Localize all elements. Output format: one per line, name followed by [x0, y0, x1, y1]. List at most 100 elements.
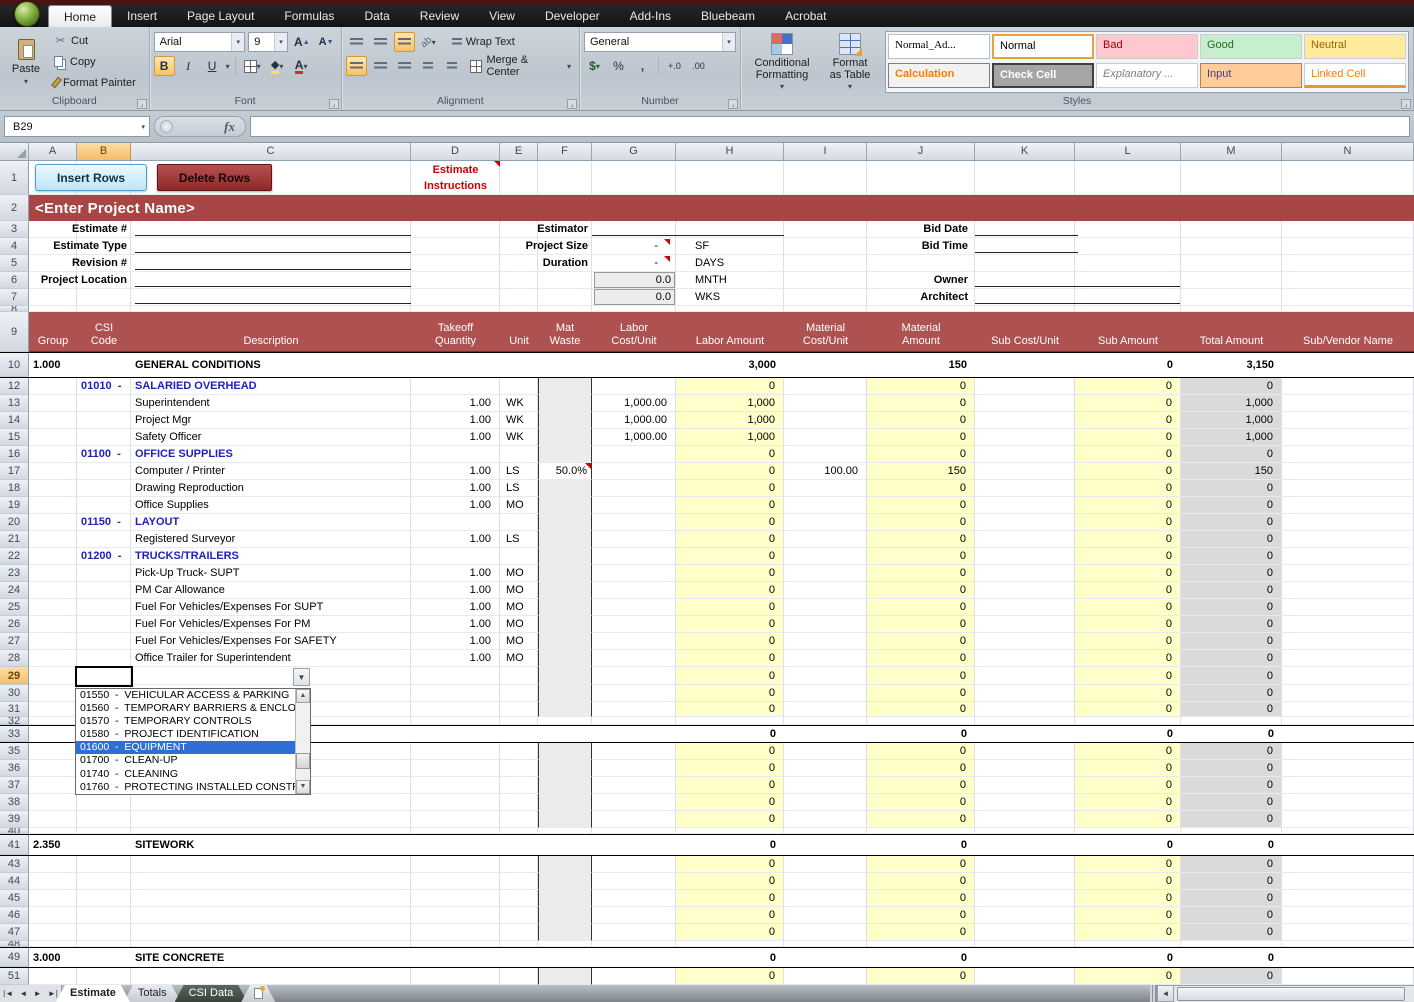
cell-C12[interactable]: SALARIED OVERHEAD [131, 378, 411, 395]
cell-B38[interactable] [77, 794, 131, 811]
cell-H51[interactable]: 0 [676, 968, 784, 985]
cell-N24[interactable] [1282, 582, 1414, 599]
cell-K19[interactable] [975, 497, 1075, 514]
cell-C25[interactable]: Fuel For Vehicles/Expenses For SUPT [131, 599, 411, 616]
column-header-M[interactable]: M [1181, 143, 1282, 161]
cell-M1[interactable] [1181, 161, 1282, 195]
wrap-text-button[interactable]: Wrap Text [448, 32, 519, 53]
column-header-N[interactable]: N [1282, 143, 1414, 161]
cell-G36[interactable] [592, 760, 676, 777]
cell-E32[interactable] [500, 717, 538, 725]
cell-J33[interactable]: 0 [867, 726, 975, 742]
row-header-26[interactable]: 26 [0, 616, 29, 633]
borders-button[interactable]: ▾ [241, 56, 264, 76]
cell-H49[interactable]: 0 [676, 948, 784, 967]
cell-I45[interactable] [784, 890, 867, 907]
cell-E1[interactable] [500, 161, 538, 195]
cell-M30[interactable]: 0 [1181, 685, 1282, 702]
dropdown-item[interactable]: 01700 - CLEAN-UP [76, 754, 295, 767]
cell-D22[interactable] [411, 548, 500, 565]
cell-M36[interactable]: 0 [1181, 760, 1282, 777]
cell-D33[interactable] [411, 726, 500, 742]
cell-B39[interactable] [77, 811, 131, 828]
cell-C16[interactable]: OFFICE SUPPLIES [131, 446, 411, 463]
cell-N37[interactable] [1282, 777, 1414, 794]
increase-decimal-button[interactable]: +.0 [664, 56, 685, 76]
cell-M21[interactable]: 0 [1181, 531, 1282, 548]
cell-I24[interactable] [784, 582, 867, 599]
cell-N18[interactable] [1282, 480, 1414, 497]
cell-D17[interactable]: 1.00 [411, 463, 500, 480]
cell-F31[interactable] [538, 702, 592, 717]
style-neutral[interactable]: Neutral [1304, 34, 1406, 59]
cell-H12[interactable]: 0 [676, 378, 784, 395]
cell-G30[interactable] [592, 685, 676, 702]
cell-D44[interactable] [411, 873, 500, 890]
dropdown-item[interactable]: 01740 - CLEANING [76, 768, 295, 781]
increase-indent-button[interactable] [442, 56, 463, 76]
dialog-launcher-icon[interactable]: ⌟ [567, 99, 577, 109]
form-field[interactable] [135, 221, 411, 236]
cell-N14[interactable] [1282, 412, 1414, 429]
cell-M47[interactable]: 0 [1181, 924, 1282, 941]
cell-I29[interactable] [784, 667, 867, 685]
column-header-A[interactable]: A [29, 143, 77, 161]
tab-developer[interactable]: Developer [530, 5, 615, 27]
cell-F10[interactable] [538, 353, 592, 377]
cell-H16[interactable]: 0 [676, 446, 784, 463]
cell-B17[interactable] [77, 463, 131, 480]
accounting-format-button[interactable]: $▾ [584, 56, 605, 76]
cell-N39[interactable] [1282, 811, 1414, 828]
cell-A38[interactable] [29, 794, 77, 811]
cell-M10[interactable]: 3,150 [1181, 353, 1282, 377]
cell-C39[interactable] [131, 811, 411, 828]
cell-L45[interactable]: 0 [1075, 890, 1181, 907]
cell-C19[interactable]: Office Supplies [131, 497, 411, 514]
cell-G29[interactable] [592, 667, 676, 685]
cell-F21[interactable] [538, 531, 592, 548]
cell-K45[interactable] [975, 890, 1075, 907]
cell-K39[interactable] [975, 811, 1075, 828]
cell-M12[interactable]: 0 [1181, 378, 1282, 395]
row-header-24[interactable]: 24 [0, 582, 29, 599]
format-painter-button[interactable]: Format Painter [50, 72, 140, 93]
cell-J39[interactable]: 0 [867, 811, 975, 828]
cell-G22[interactable] [592, 548, 676, 565]
cell-C47[interactable] [131, 924, 411, 941]
dropdown-item[interactable]: 01560 - TEMPORARY BARRIERS & ENCLOSURES [76, 702, 295, 715]
cell-L13[interactable]: 0 [1075, 395, 1181, 412]
row-header-12[interactable]: 12 [0, 378, 29, 395]
cell-F30[interactable] [538, 685, 592, 702]
column-header-H[interactable]: H [676, 143, 784, 161]
cell-J23[interactable]: 0 [867, 565, 975, 582]
cell-F27[interactable] [538, 633, 592, 650]
cell-N23[interactable] [1282, 565, 1414, 582]
row-header-14[interactable]: 14 [0, 412, 29, 429]
cell-A36[interactable] [29, 760, 77, 777]
cell-E20[interactable] [500, 514, 538, 531]
cell-I33[interactable] [784, 726, 867, 742]
cell-K13[interactable] [975, 395, 1075, 412]
cell-N29[interactable] [1282, 667, 1414, 685]
cell-K22[interactable] [975, 548, 1075, 565]
cell-A51[interactable] [29, 968, 77, 985]
cell-D12[interactable] [411, 378, 500, 395]
chevron-down-icon[interactable]: ▾ [226, 62, 230, 71]
cell-G45[interactable] [592, 890, 676, 907]
cell-M26[interactable]: 0 [1181, 616, 1282, 633]
cell-H44[interactable]: 0 [676, 873, 784, 890]
chevron-down-icon[interactable]: ▾ [274, 33, 287, 51]
cell-E16[interactable] [500, 446, 538, 463]
cell-E26[interactable]: MO [500, 616, 538, 633]
cell-E12[interactable] [500, 378, 538, 395]
cell-D51[interactable] [411, 968, 500, 985]
cell-G28[interactable] [592, 650, 676, 667]
style-linked-cell[interactable]: Linked Cell [1304, 63, 1406, 88]
cell-D13[interactable]: 1.00 [411, 395, 500, 412]
cell-B23[interactable] [77, 565, 131, 582]
cell-M18[interactable]: 0 [1181, 480, 1282, 497]
align-left-button[interactable] [346, 56, 367, 76]
cell-L16[interactable]: 0 [1075, 446, 1181, 463]
cell-H33[interactable]: 0 [676, 726, 784, 742]
cell-A32[interactable] [29, 717, 77, 725]
